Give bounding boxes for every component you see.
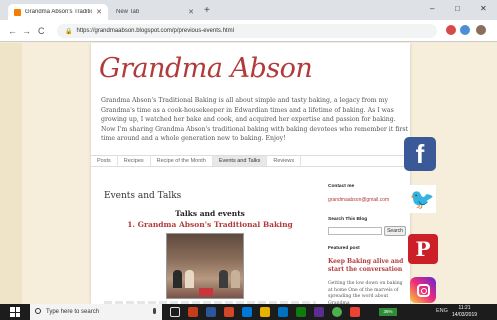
tab-recipe-of-the-month[interactable]: Recipe of the Month	[151, 156, 213, 166]
tab-recipes[interactable]: Recipes	[118, 156, 151, 166]
blog-container: Grandma Abson Grandma Abson's Traditiona…	[91, 43, 410, 304]
tab-strip: Grandma Abson's Traditional Ba ✕ New Tab…	[0, 0, 497, 20]
app-icon[interactable]	[296, 307, 306, 317]
taskbar-search-placeholder: Type here to search	[46, 309, 100, 315]
app-icon[interactable]	[278, 307, 288, 317]
event-photo	[166, 233, 244, 299]
page-tabs: Posts Recipes Recipe of the Month Events…	[91, 155, 410, 167]
tab-grandma-abson[interactable]: Grandma Abson's Traditional Ba ✕	[8, 4, 108, 20]
app-icon[interactable]	[314, 307, 324, 317]
battery-indicator[interactable]: 36%	[379, 308, 397, 316]
new-tab-button[interactable]: +	[204, 6, 210, 16]
contact-email-link[interactable]: grandmaabson@gmail.com	[328, 197, 389, 203]
clock-time: 11:21	[458, 305, 471, 311]
taskbar-search[interactable]: Type here to search	[30, 304, 162, 320]
taskbar: Type here to search 36% ENG 11:21 14/03/…	[0, 304, 497, 320]
extension-icon[interactable]	[446, 25, 456, 35]
post-subheading: 1. Grandma Abson's Traditional Baking	[127, 220, 293, 229]
tab-reviews[interactable]: Reviews	[267, 156, 302, 166]
contact-heading: Contact me	[328, 184, 355, 189]
app-icon[interactable]	[206, 307, 216, 317]
lock-icon: 🔒	[65, 28, 73, 35]
tab-new-tab[interactable]: New Tab ✕	[110, 4, 200, 20]
search-heading: Search This Blog	[328, 217, 368, 222]
reload-button[interactable]: C	[38, 25, 45, 37]
maximize-button[interactable]: □	[455, 4, 460, 13]
task-view-icon[interactable]	[170, 307, 180, 317]
search-input[interactable]	[328, 227, 382, 235]
app-icon[interactable]	[224, 307, 234, 317]
microphone-icon[interactable]	[153, 308, 156, 314]
tab-events-and-talks[interactable]: Events and Talks	[212, 156, 268, 166]
extension-icon[interactable]	[460, 25, 470, 35]
twitter-icon[interactable]: 🐦	[408, 185, 436, 213]
tab-title: Grandma Abson's Traditional Ba	[25, 9, 92, 15]
cake-icon	[199, 288, 213, 296]
search-icon	[35, 308, 41, 314]
windows-start-icon[interactable]	[10, 307, 20, 317]
blog-title[interactable]: Grandma Abson	[99, 53, 313, 84]
sidebar: Contact me grandmaabson@gmail.com Search…	[328, 184, 410, 304]
post-heading: Talks and events	[175, 209, 245, 218]
clock-date: 14/03/2019	[452, 312, 478, 318]
pinterest-icon[interactable]: P	[408, 234, 438, 264]
blogger-icon	[14, 8, 21, 16]
minimize-button[interactable]: –	[430, 4, 434, 13]
search-button[interactable]: Search	[384, 226, 406, 236]
close-tab-icon[interactable]: ✕	[188, 8, 194, 16]
instagram-icon[interactable]	[410, 277, 436, 303]
profile-avatar[interactable]	[476, 25, 486, 35]
blog-description: Grandma Abson's Traditional Baking is al…	[101, 97, 408, 142]
chrome-icon[interactable]	[332, 307, 342, 317]
app-icon[interactable]	[188, 307, 198, 317]
address-bar[interactable]: 🔒 https://grandmaabson.blogspot.com/p/pr…	[57, 24, 437, 38]
close-window-button[interactable]: ✕	[480, 4, 487, 13]
forward-button[interactable]: →	[22, 25, 31, 37]
tab-title: New Tab	[116, 9, 140, 15]
tab-posts[interactable]: Posts	[91, 156, 118, 166]
back-button[interactable]: ←	[8, 25, 17, 37]
featured-post-link[interactable]: Keep Baking alive and start the conversa…	[328, 258, 408, 274]
clock[interactable]: 11:21 14/03/2019	[452, 305, 477, 319]
close-tab-icon[interactable]: ✕	[96, 8, 102, 16]
featured-heading: Featured post	[328, 246, 360, 251]
left-margin	[0, 43, 22, 304]
file-explorer-icon[interactable]	[260, 307, 270, 317]
browser-toolbar: ← → C 🔒 https://grandmaabson.blogspot.co…	[0, 20, 497, 42]
page-viewport: Grandma Abson Grandma Abson's Traditiona…	[0, 43, 497, 304]
main-column: Events and Talks Talks and events 1. Gra…	[104, 191, 316, 304]
app-icon[interactable]	[242, 307, 252, 317]
facebook-icon[interactable]: f	[404, 137, 436, 171]
featured-post-excerpt: Getting the low down on baking at home O…	[328, 281, 403, 304]
language-indicator[interactable]: ENG	[436, 308, 448, 314]
url-text: https://grandmaabson.blogspot.com/p/prev…	[76, 28, 234, 34]
section-title: Events and Talks	[104, 191, 182, 201]
app-icon[interactable]	[350, 307, 360, 317]
